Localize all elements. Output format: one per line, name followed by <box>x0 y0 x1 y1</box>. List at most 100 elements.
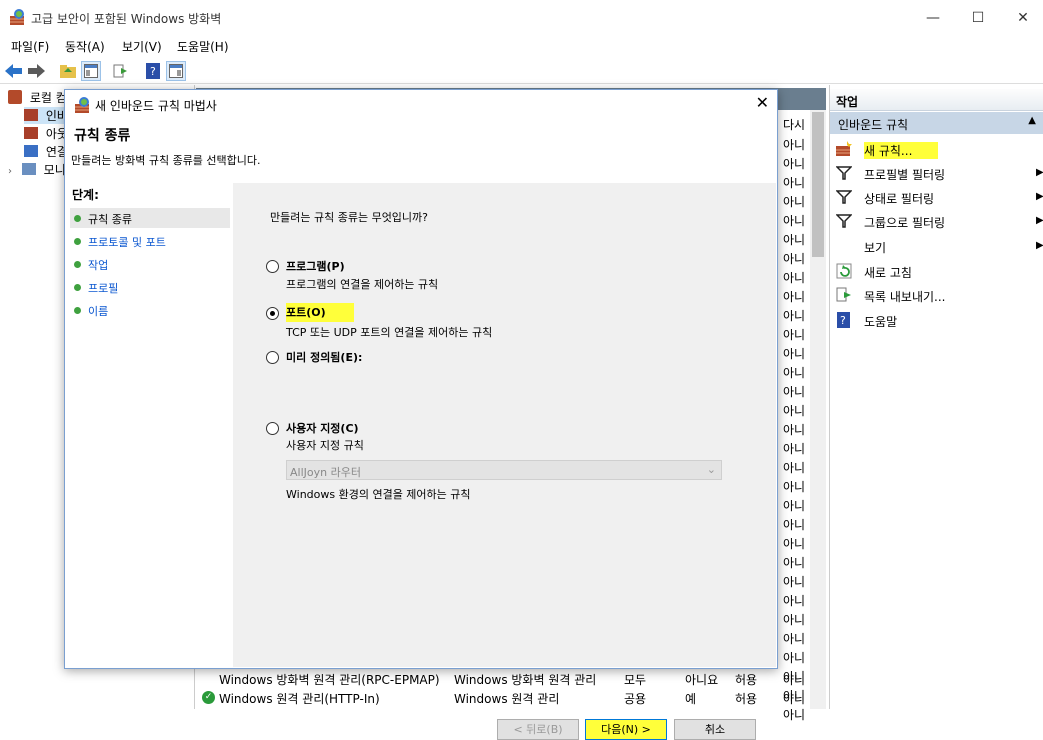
column-header-override[interactable]: 다시 <box>783 116 805 133</box>
override-cell[interactable]: 아니 <box>783 212 805 229</box>
radio-custom[interactable] <box>266 422 279 435</box>
outbound-rules-icon <box>24 127 38 139</box>
connection-security-icon <box>24 145 38 157</box>
override-cell[interactable]: 아니 <box>783 250 805 267</box>
show-hide-tree-icon[interactable] <box>81 61 101 81</box>
override-cell[interactable]: 아니 <box>783 364 805 381</box>
back-button[interactable]: < 뒤로(B) <box>497 719 579 740</box>
override-cell[interactable]: 아니 <box>783 630 805 647</box>
step-dot-icon <box>74 261 81 268</box>
override-cell[interactable]: 아니 <box>783 440 805 457</box>
step-dot-icon <box>74 215 81 222</box>
step-name[interactable]: 이름 <box>70 300 230 320</box>
actions-header: 작업 <box>830 89 1043 111</box>
step-dot-icon <box>74 238 81 245</box>
close-button[interactable]: ✕ <box>1003 6 1043 30</box>
svg-text:?: ? <box>150 65 156 78</box>
new-rule-icon <box>836 141 852 156</box>
wizard-content: 만들려는 규칙 종류는 무엇입니까? 프로그램(P) 프로그램의 연결을 제어하… <box>233 183 776 740</box>
step-action[interactable]: 작업 <box>70 254 230 274</box>
submenu-arrow-icon: ▶ <box>1036 167 1043 178</box>
override-cell[interactable]: 아니 <box>783 231 805 248</box>
submenu-arrow-icon: ▶ <box>1036 191 1043 202</box>
filter-icon <box>836 214 852 228</box>
steps-title: 단계: <box>72 188 99 202</box>
minimize-button[interactable]: — <box>913 6 953 30</box>
wizard-heading: 규칙 종류 <box>74 128 131 144</box>
option-port-desc: TCP 또는 UDP 포트의 연결을 제어하는 규칙 <box>286 326 493 339</box>
vertical-scrollbar[interactable] <box>810 110 826 709</box>
step-rule-type[interactable]: 규칙 종류 <box>70 208 230 228</box>
override-cell[interactable]: 아니 <box>783 174 805 191</box>
dialog-close-icon[interactable]: ✕ <box>756 93 769 112</box>
menu-action[interactable]: 동작(A) <box>65 38 105 55</box>
export-icon <box>836 287 851 302</box>
override-cell[interactable]: 아니 <box>783 459 805 476</box>
tree-item-monitoring[interactable]: › 모니 <box>8 161 66 178</box>
maximize-button[interactable]: ☐ <box>958 6 998 30</box>
scrollbar-thumb[interactable] <box>812 112 824 257</box>
override-cell[interactable]: 아니 <box>783 345 805 362</box>
override-cell[interactable]: 아니 <box>783 478 805 495</box>
wizard-subheading: 만들려는 방화벽 규칙 종류를 선택합니다. <box>71 154 261 167</box>
firewall-icon <box>10 9 24 25</box>
toolbar: ? <box>0 58 1043 84</box>
option-custom-label[interactable]: 사용자 지정(C) <box>286 420 359 436</box>
override-cell[interactable]: 아니 <box>783 136 805 153</box>
override-cell[interactable]: 아니 <box>783 155 805 172</box>
override-cell[interactable]: 아니 <box>783 573 805 590</box>
enabled-check-icon: ✓ <box>202 691 215 704</box>
filter-icon <box>836 190 852 204</box>
tree-item-inbound[interactable]: 인바 <box>24 107 68 124</box>
tree-item-local-computer[interactable]: 로컬 컴 <box>8 89 67 106</box>
override-cell[interactable]: 아니 <box>783 535 805 552</box>
tree-item-connection-security[interactable]: 연결 <box>24 143 68 160</box>
export-list-icon[interactable] <box>111 61 131 81</box>
option-program-label[interactable]: 프로그램(P) <box>286 258 345 274</box>
svg-text:?: ? <box>840 314 846 327</box>
new-inbound-rule-wizard: 새 인바운드 규칙 마법사 ✕ 규칙 종류 만들려는 방화벽 규칙 종류를 선택… <box>64 89 778 740</box>
option-predefined-label[interactable]: 미리 정의됨(E): <box>286 349 362 365</box>
override-cell[interactable]: 아니 <box>783 649 805 666</box>
next-button[interactable]: 다음(N) > <box>585 719 667 740</box>
override-cell[interactable]: 아니 <box>783 554 805 571</box>
option-custom-desc: 사용자 지정 규칙 <box>286 439 364 452</box>
show-hide-action-pane-icon[interactable] <box>166 61 186 81</box>
help-icon[interactable]: ? <box>143 61 163 81</box>
menu-view[interactable]: 보기(V) <box>122 38 162 55</box>
override-cell[interactable]: 아니 <box>783 269 805 286</box>
menu-file[interactable]: 파일(F) <box>11 38 49 55</box>
help-icon: ? <box>837 312 850 328</box>
predefined-select[interactable]: AllJoyn 라우터 ⌄ <box>286 460 722 480</box>
actions-section-inbound-rules[interactable]: 인바운드 규칙 ▲ <box>830 112 1043 134</box>
override-cell[interactable]: 아니 <box>783 288 805 305</box>
cancel-button[interactable]: 취소 <box>674 719 756 740</box>
submenu-arrow-icon: ▶ <box>1036 240 1043 251</box>
step-profile[interactable]: 프로필 <box>70 277 230 297</box>
collapse-arrow-icon[interactable]: ▲ <box>1028 115 1036 126</box>
title-bar: 고급 보안이 포함된 Windows 방화벽 — ☐ ✕ <box>0 0 1043 34</box>
back-icon[interactable] <box>4 61 24 81</box>
radio-port[interactable] <box>266 307 279 320</box>
override-cell[interactable]: 아니 <box>783 611 805 628</box>
override-cell[interactable]: 아니 <box>783 497 805 514</box>
override-cell[interactable]: 아니 <box>783 516 805 533</box>
override-cell[interactable]: 아니 <box>783 402 805 419</box>
radio-program[interactable] <box>266 260 279 273</box>
up-folder-icon[interactable] <box>58 61 78 81</box>
override-cell[interactable]: 아니 <box>783 193 805 210</box>
expand-chevron-icon[interactable]: › <box>8 166 12 177</box>
override-cell[interactable]: 아니 <box>783 421 805 438</box>
tree-item-outbound[interactable]: 아웃 <box>24 125 68 142</box>
forward-icon[interactable] <box>26 61 46 81</box>
radio-predefined[interactable] <box>266 351 279 364</box>
step-protocol-port[interactable]: 프로토콜 및 포트 <box>70 231 230 251</box>
menu-help[interactable]: 도움말(H) <box>177 38 229 55</box>
option-port-label[interactable]: 포트(O) <box>286 303 354 322</box>
override-cell[interactable]: 아니 <box>783 383 805 400</box>
dialog-title: 새 인바운드 규칙 마법사 <box>95 99 217 113</box>
monitoring-icon <box>21 163 36 175</box>
override-cell[interactable]: 아니 <box>783 307 805 324</box>
override-cell[interactable]: 아니 <box>783 326 805 343</box>
override-cell[interactable]: 아니 <box>783 592 805 609</box>
